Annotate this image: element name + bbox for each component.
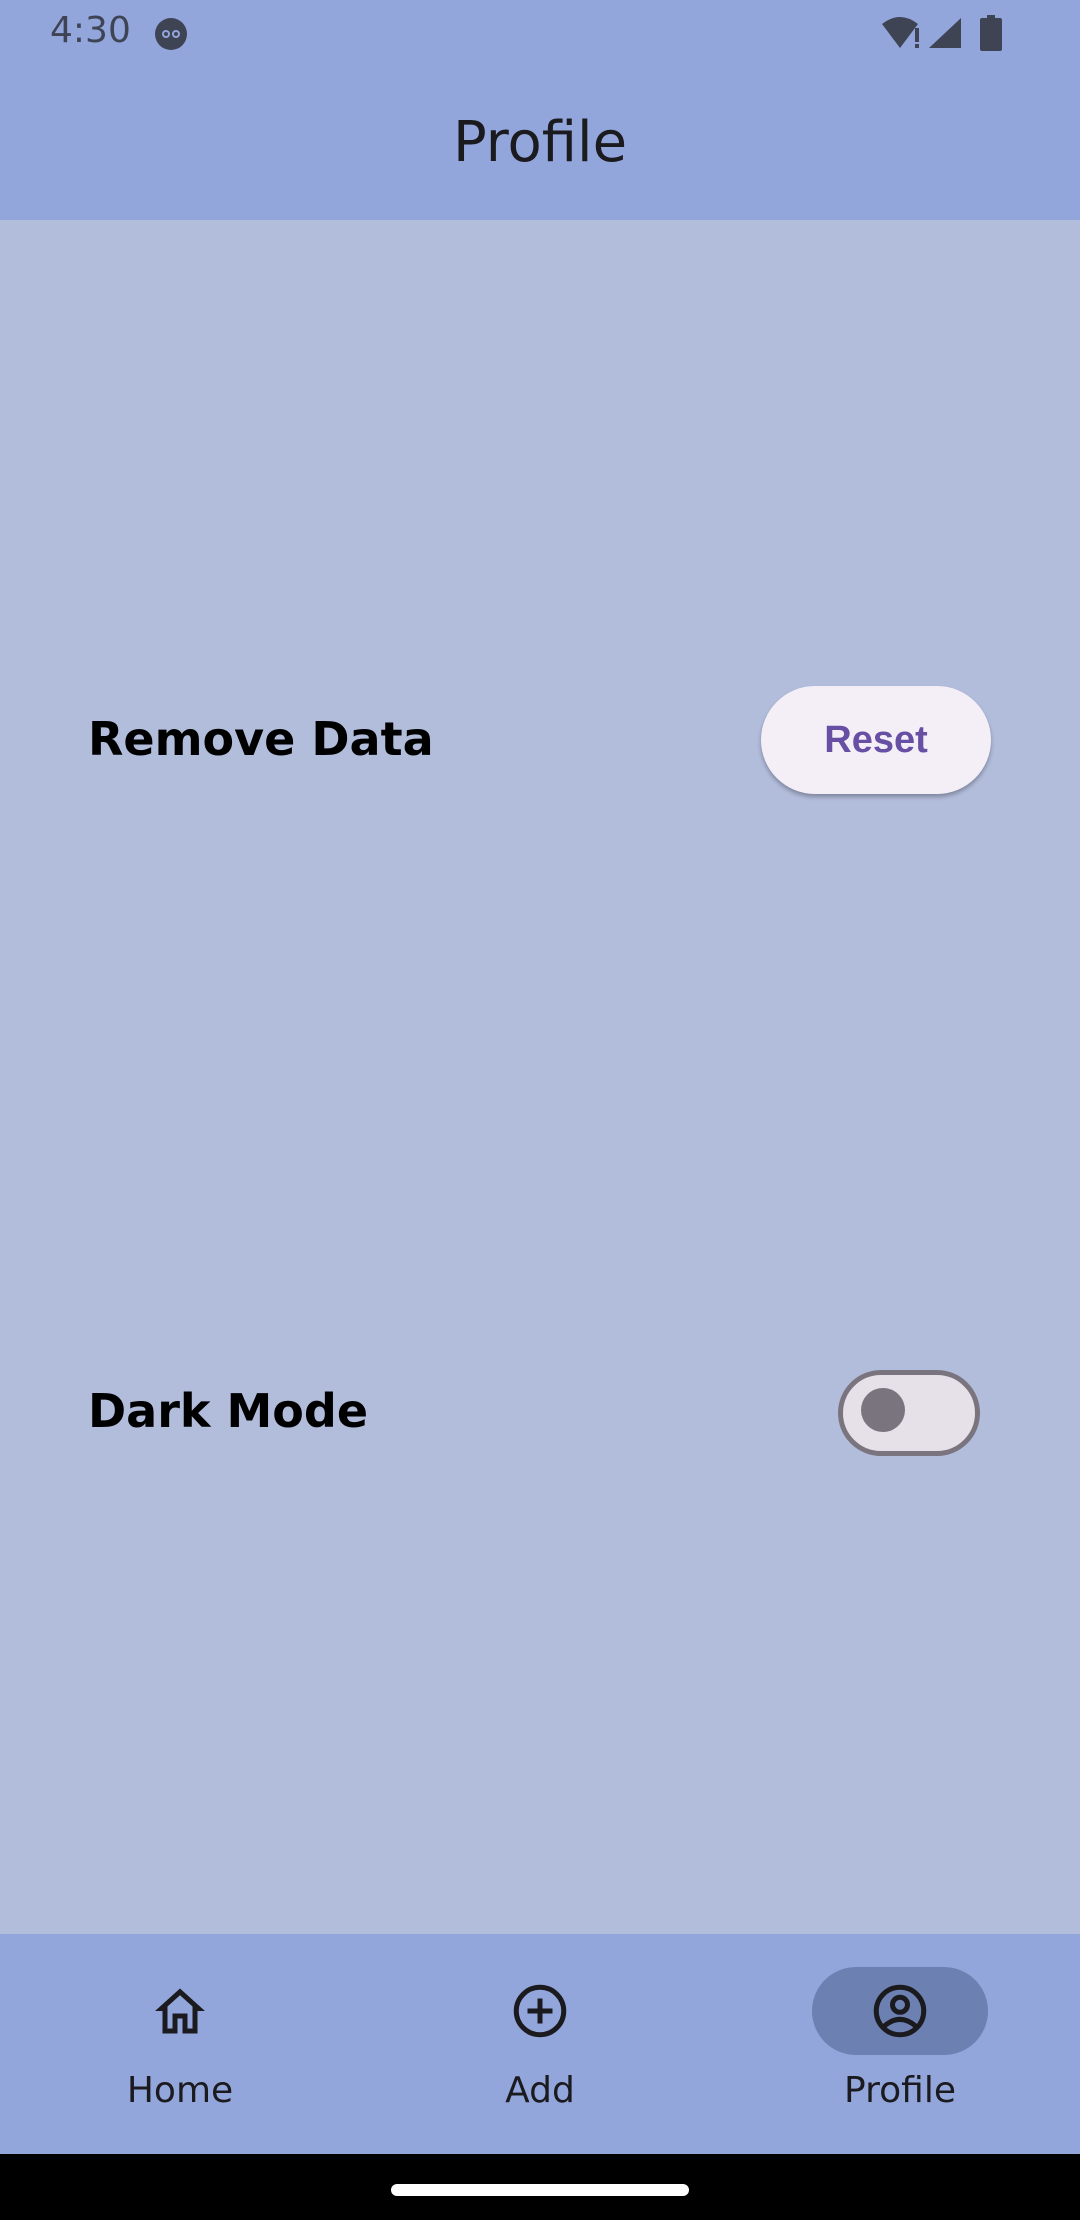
signal-icon <box>927 16 963 55</box>
add-circle-icon <box>510 1981 570 2041</box>
remove-data-label: Remove Data <box>88 712 434 766</box>
system-navigation-bar <box>0 2154 1080 2220</box>
dark-mode-label: Dark Mode <box>88 1384 369 1438</box>
battery-icon <box>979 15 1003 56</box>
toggle-thumb <box>861 1388 905 1432</box>
nav-label-add: Add <box>505 2070 575 2111</box>
nav-item-profile[interactable]: Profile <box>720 1934 1080 2154</box>
app-notification-icon <box>153 16 189 57</box>
app-bar: Profile <box>0 66 1080 220</box>
page-title: Profile <box>452 110 628 175</box>
status-time: 4:30 <box>50 10 131 51</box>
account-circle-icon <box>870 1981 930 2041</box>
dark-mode-toggle[interactable] <box>838 1370 980 1456</box>
home-icon <box>150 1981 210 2041</box>
nav-label-profile: Profile <box>844 2070 956 2111</box>
bottom-navigation: Home Add Profile <box>0 1934 1080 2154</box>
reset-button[interactable]: Reset <box>761 686 991 794</box>
gesture-handle[interactable] <box>391 2184 689 2196</box>
wifi-alert-icon <box>880 16 924 55</box>
nav-item-home[interactable]: Home <box>0 1934 360 2154</box>
status-bar: 4:30 <box>0 0 1080 66</box>
nav-label-home: Home <box>126 2070 234 2111</box>
nav-item-add[interactable]: Add <box>360 1934 720 2154</box>
